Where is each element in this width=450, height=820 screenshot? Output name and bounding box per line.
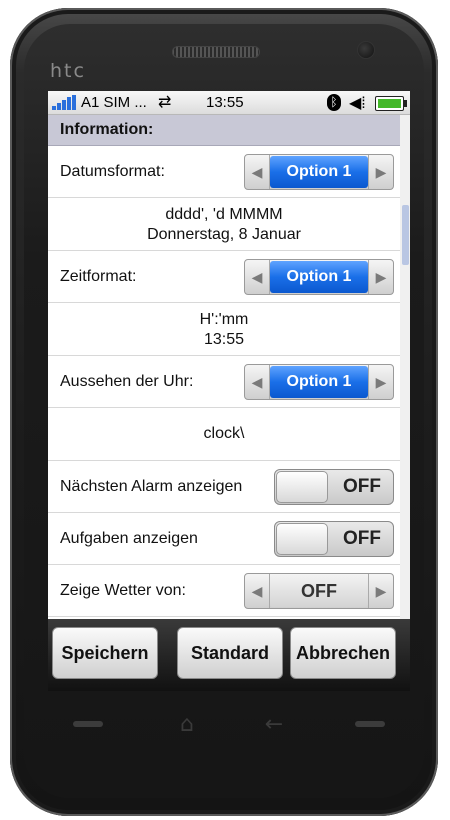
toggle-state: OFF [343,476,381,497]
chevron-left-icon[interactable]: ◀ [245,260,270,294]
weather-picker[interactable]: ◀ OFF ▶ [244,573,394,609]
weather-value[interactable]: OFF [270,575,368,607]
toggle-state: OFF [343,528,381,549]
button-bar: Speichern Standard Abbrechen [48,619,410,691]
back-icon[interactable]: ← [254,706,294,744]
battery-icon [375,96,407,111]
bluetooth-icon: ᛒ [327,94,341,111]
default-button[interactable]: Standard [177,627,283,679]
end-call-icon[interactable] [350,706,390,744]
earpiece-speaker [172,46,260,58]
row-time-format: Zeitformat: ◀ Option 1 ▶ [48,251,400,303]
row-date-format: Datumsformat: ◀ Option 1 ▶ [48,146,400,198]
weather-label: Zeige Wetter von: [60,582,186,599]
date-format-picker[interactable]: ◀ Option 1 ▶ [244,154,394,190]
cancel-button[interactable]: Abbrechen [290,627,396,679]
home-icon[interactable]: ⌂ [167,706,207,744]
clock-look-label: Aussehen der Uhr: [60,373,194,390]
clock-preview-text: clock\ [203,425,245,442]
scrollbar[interactable] [400,115,410,619]
date-pattern: dddd', 'd MMMM [165,206,283,223]
next-alarm-label: Nächsten Alarm anzeigen [60,478,243,495]
time-format-picker[interactable]: ◀ Option 1 ▶ [244,259,394,295]
date-format-label: Datumsformat: [60,163,165,180]
chevron-right-icon[interactable]: ▶ [368,365,393,399]
settings-list[interactable]: Information: Datumsformat: ◀ Option 1 ▶ … [48,115,400,619]
status-time: 13:55 [206,94,244,111]
toggle-knob[interactable] [276,523,328,555]
time-example: 13:55 [203,331,245,348]
tasks-toggle[interactable]: OFF [274,521,394,557]
next-alarm-toggle[interactable]: OFF [274,469,394,505]
date-example: Donnerstag, 8 Januar [147,226,301,243]
row-clock-look: Aussehen der Uhr: ◀ Option 1 ▶ [48,356,400,408]
chevron-left-icon[interactable]: ◀ [245,155,270,189]
row-weather: Zeige Wetter von: ◀ OFF ▶ [48,565,400,617]
chevron-left-icon[interactable]: ◀ [245,574,270,608]
row-next-alarm: Nächsten Alarm anzeigen OFF [48,461,400,513]
screen: A1 SIM ... ⇄ 13:55 ᛒ ◀︎⁞ Information: Da… [48,91,410,691]
call-icon[interactable] [68,706,108,744]
time-preview: H':'mm 13:55 [48,303,400,356]
data-transfer-icon: ⇄ [158,94,172,111]
toggle-knob[interactable] [276,471,328,503]
row-tasks: Aufgaben anzeigen OFF [48,513,400,565]
carrier-name: A1 SIM ... [81,94,147,111]
clock-look-value[interactable]: Option 1 [270,366,368,398]
time-pattern: H':'mm [199,311,249,328]
brand-logo: htc [50,60,86,82]
date-preview: dddd', 'd MMMM Donnerstag, 8 Januar [48,198,400,251]
chevron-right-icon[interactable]: ▶ [368,574,393,608]
chevron-right-icon[interactable]: ▶ [368,260,393,294]
chevron-left-icon[interactable]: ◀ [245,365,270,399]
volume-icon: ◀︎⁞ [349,95,366,112]
clock-look-picker[interactable]: ◀ Option 1 ▶ [244,364,394,400]
clock-preview: clock\ [48,408,400,461]
section-title: Information: [48,115,400,146]
front-camera [358,42,374,58]
chevron-right-icon[interactable]: ▶ [368,155,393,189]
save-button[interactable]: Speichern [52,627,158,679]
status-bar: A1 SIM ... ⇄ 13:55 ᛒ ◀︎⁞ [48,91,410,115]
scroll-thumb[interactable] [402,205,409,265]
time-format-value[interactable]: Option 1 [270,261,368,293]
tasks-label: Aufgaben anzeigen [60,530,198,547]
time-format-label: Zeitformat: [60,268,137,285]
signal-icon [52,95,78,110]
date-format-value[interactable]: Option 1 [270,156,368,188]
